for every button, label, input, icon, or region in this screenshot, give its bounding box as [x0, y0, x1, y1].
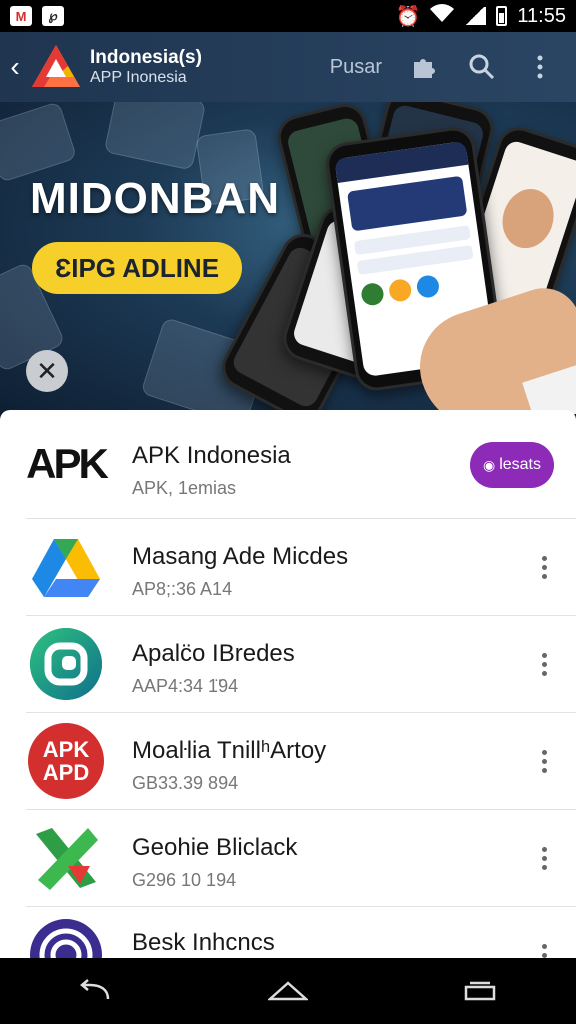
- banner-headline: MIDONBAN: [30, 174, 280, 223]
- apk-apd-icon: APK APD: [28, 723, 104, 799]
- more-vert-icon[interactable]: [534, 646, 554, 682]
- featured-app-row[interactable]: APK APK Indonesia APK, 1emias ◉ lesats: [0, 410, 576, 518]
- app-meta: AP8;:36 A14: [132, 579, 233, 599]
- green-p-icon: [28, 626, 104, 702]
- wifi-icon: [430, 4, 455, 28]
- app-list: APK APK Indonesia APK, 1emias ◉ lesats M…: [0, 410, 576, 960]
- status-time: 11:55: [517, 4, 566, 27]
- gmail-icon: M: [10, 6, 32, 26]
- app-name: Apalc̈o IBredes: [132, 640, 295, 667]
- apk-logo-icon: APK: [26, 426, 109, 502]
- more-vert-icon[interactable]: [534, 937, 554, 960]
- apk-logo-text: APK: [26, 440, 109, 487]
- app-meta: AAP4:34 1̈94: [132, 676, 239, 696]
- puzzle-icon[interactable]: [408, 51, 440, 83]
- navigation-bar: [0, 958, 576, 1024]
- bg-card: [103, 102, 207, 171]
- app-name: Geohie Bliclack: [132, 834, 298, 861]
- app-name: Masang Ade Micdes: [132, 543, 349, 570]
- more-vert-icon[interactable]: [524, 51, 556, 83]
- install-button[interactable]: ◉ lesats: [470, 442, 554, 488]
- back-icon[interactable]: ‹: [0, 51, 30, 83]
- notification-icon: ℘: [42, 6, 64, 26]
- alarm-icon: ⏰: [395, 5, 421, 28]
- home-nav-icon[interactable]: [258, 971, 318, 1011]
- search-icon[interactable]: [466, 51, 498, 83]
- app-subtitle: APP Inonesia: [90, 68, 187, 86]
- promo-banner[interactable]: MIDONBAN ƐIPG ADLINE ✕: [0, 102, 576, 414]
- more-vert-icon[interactable]: [534, 840, 554, 876]
- app-name: Besk Inhcncs: [132, 929, 275, 956]
- apk-apd-icon-line: APD: [42, 760, 90, 785]
- purple-target-icon: [28, 917, 104, 960]
- list-item[interactable]: Masang Ade Micdes AP8;:36 A14: [0, 519, 576, 615]
- list-item[interactable]: Besk Inhcncs: [0, 907, 576, 960]
- banner-cta-button[interactable]: ƐIPG ADLINE: [32, 242, 242, 294]
- recents-nav-icon[interactable]: [450, 971, 510, 1011]
- close-icon[interactable]: ✕: [26, 350, 68, 392]
- signal-icon: [464, 7, 487, 25]
- list-item[interactable]: Apalc̈o IBredes AAP4:34 1̈94: [0, 616, 576, 712]
- pusar-link[interactable]: Pusar: [330, 56, 382, 79]
- app-logo-icon: [30, 41, 82, 93]
- app-bar: ‹ Indonesia(s) APP Inonesia Pusar: [0, 32, 576, 102]
- app-meta: G296 10 194: [132, 870, 237, 890]
- battery-icon: [496, 6, 508, 26]
- more-vert-icon[interactable]: [534, 743, 554, 779]
- back-nav-icon[interactable]: [66, 971, 126, 1011]
- status-bar: M ℘ ⏰ 11:55: [0, 0, 576, 32]
- install-button-label: lesats: [499, 456, 541, 473]
- more-vert-icon[interactable]: [534, 549, 554, 585]
- app-name: MoaŀƖia TniƖlʰArtoy: [132, 737, 327, 764]
- featured-app-name: APK Indonesia: [132, 442, 291, 469]
- app-meta: GB33.39 894: [132, 773, 239, 793]
- apk-apd-icon-line: APK: [42, 736, 90, 762]
- bg-card: [0, 102, 78, 183]
- list-item[interactable]: Geohie Bliclack G296 10 194: [0, 810, 576, 906]
- app-title: Indonesia(s): [90, 46, 202, 68]
- list-item[interactable]: APK APD MoaŀƖia TniƖlʰArtoy GB33.39 894: [0, 713, 576, 809]
- green-x-icon: [28, 820, 104, 896]
- featured-app-meta: APK, 1emias: [132, 478, 237, 498]
- check-circle-icon: ◉: [482, 456, 496, 473]
- drive-triangle-icon: [28, 529, 104, 605]
